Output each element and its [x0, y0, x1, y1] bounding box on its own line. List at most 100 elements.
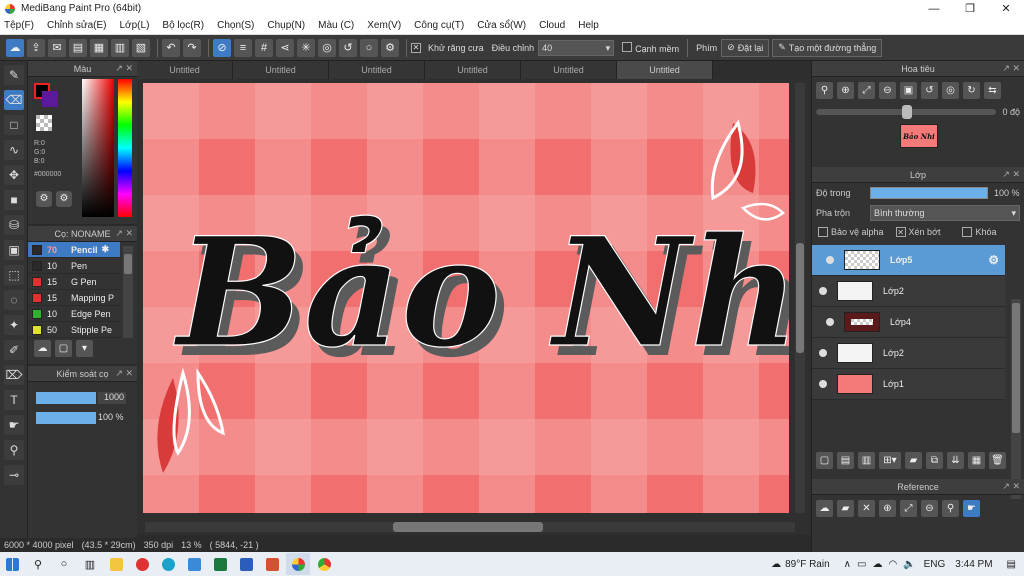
excel-icon[interactable] — [208, 553, 232, 575]
document-tab[interactable]: Untitled — [329, 61, 425, 79]
lock-checkbox[interactable] — [962, 227, 973, 237]
layer-item[interactable]: Lớp2 — [812, 276, 1005, 307]
select-eraser-tool-icon[interactable]: ⌦ — [4, 365, 24, 385]
saturation-value-picker[interactable] — [82, 79, 114, 217]
blend-mode-dropdown[interactable]: Bình thường — [870, 205, 1020, 221]
visibility-icon[interactable] — [819, 349, 827, 357]
zoom-icon[interactable]: ⚲ — [816, 81, 833, 99]
reset-button[interactable]: ⊘ Đặt lại — [721, 38, 770, 57]
edge-icon[interactable] — [156, 553, 180, 575]
lasso-tool-icon[interactable]: ∿ — [4, 140, 24, 160]
document-icon[interactable]: ▦ — [90, 38, 108, 57]
magic-wand-tool-icon[interactable]: ✦ — [4, 315, 24, 335]
rotate-left-icon[interactable]: ↺ — [921, 81, 938, 99]
layer-item[interactable]: Lớp2 — [812, 338, 1005, 369]
document-tab-active[interactable]: Untitled — [617, 61, 713, 79]
menu-edit[interactable]: Chỉnh sửa(E) — [47, 20, 107, 31]
actual-size-icon[interactable]: ▣ — [900, 81, 917, 99]
snap-settings-icon[interactable]: ⚙ — [381, 38, 399, 57]
document-tab[interactable]: Untitled — [137, 61, 233, 79]
move-tool-icon[interactable]: ✥ — [4, 165, 24, 185]
menu-file[interactable]: Tệp(F) — [4, 20, 34, 31]
color-settings-icon[interactable]: ⚙ — [56, 191, 72, 207]
menu-window[interactable]: Cửa sổ(W) — [477, 20, 526, 31]
panel-menu-icon[interactable]: ↗ ✕ — [1002, 169, 1020, 180]
merge-layer-icon[interactable]: ⇊ — [947, 451, 964, 469]
menu-layer[interactable]: Lớp(L) — [120, 20, 150, 31]
new-layer-icon[interactable]: ▢ — [816, 451, 833, 469]
new-8bit-layer-icon[interactable]: ▥ — [858, 451, 875, 469]
document-tab[interactable]: Untitled — [521, 61, 617, 79]
zoom-out-icon[interactable]: ⊖ — [921, 499, 938, 517]
scrollbar-track[interactable] — [145, 522, 795, 532]
layer-properties-icon[interactable]: ▦ — [968, 451, 985, 469]
brush-size-slider[interactable] — [36, 392, 96, 404]
drawing-canvas[interactable]: Bảo Nhi Bảo Nhi — [143, 83, 789, 513]
redo-icon[interactable]: ↷ — [183, 38, 201, 57]
eyedropper-tool-icon[interactable]: ⚲ — [4, 440, 24, 460]
close-button[interactable]: ✕ — [988, 2, 1024, 15]
text-tool-icon[interactable]: T — [4, 390, 24, 410]
hand-icon[interactable]: ☛ — [963, 499, 980, 517]
panel-menu-icon[interactable]: ↗ ✕ — [115, 63, 133, 74]
menu-snap[interactable]: Chụp(N) — [267, 20, 305, 31]
task-view-icon[interactable]: ▥ — [78, 553, 102, 575]
curve-snap-icon[interactable]: ↺ — [339, 38, 357, 57]
rotation-slider-thumb[interactable] — [902, 105, 912, 119]
maximize-button[interactable]: ❐ — [952, 2, 988, 15]
wifi-icon[interactable]: ◠ — [888, 559, 897, 570]
eyedropper-icon[interactable]: ⚲ — [942, 499, 959, 517]
folder-icon[interactable]: ▰ — [905, 451, 922, 469]
brush-menu-icon[interactable]: ▾ — [76, 340, 93, 357]
layer-settings-icon[interactable]: ⚙ — [988, 253, 999, 267]
grid-snap-icon[interactable]: # — [255, 38, 273, 57]
protect-alpha-checkbox[interactable] — [818, 227, 828, 237]
brush-settings-icon[interactable]: ✱ — [102, 244, 110, 255]
cloud-icon[interactable]: ☁ — [816, 499, 833, 517]
layer-opacity-slider[interactable] — [870, 187, 988, 199]
radial-snap-icon[interactable]: ✳ — [297, 38, 315, 57]
straight-line-button[interactable]: ✎ Tạo một đường thẳng — [772, 38, 883, 57]
snap-off-icon[interactable]: ⊘ — [213, 38, 231, 57]
panel-menu-icon[interactable]: ↗ ✕ — [1002, 63, 1020, 74]
layer-item[interactable]: Lớp5 ⚙ — [812, 245, 1005, 276]
hand-tool-icon[interactable]: ☛ — [4, 415, 24, 435]
brush-tool-icon[interactable]: ✎ — [4, 65, 24, 85]
powerpoint-icon[interactable] — [260, 553, 284, 575]
document-tab[interactable]: Untitled — [233, 61, 329, 79]
brush-size-value[interactable]: 1000 — [98, 392, 126, 404]
panel-menu-icon[interactable]: ↗ ✕ — [115, 368, 133, 379]
rotation-slider[interactable] — [816, 105, 996, 119]
layout-icon[interactable]: ▥ — [111, 38, 129, 57]
tray-arrow-icon[interactable]: ∧ — [844, 559, 851, 570]
canvas-vertical-scrollbar[interactable] — [795, 83, 805, 513]
perspective-snap-icon[interactable]: ⋖ — [276, 38, 294, 57]
cortana-icon[interactable]: ○ — [52, 553, 76, 575]
flip-icon[interactable]: ⇆ — [984, 81, 1001, 99]
background-color-swatch[interactable] — [42, 91, 58, 107]
visibility-icon[interactable] — [826, 318, 834, 326]
new-brush-icon[interactable]: ▢ — [55, 340, 72, 357]
fill-shape-tool-icon[interactable]: ■ — [4, 190, 24, 210]
bucket-tool-icon[interactable]: ⛁ — [4, 215, 24, 235]
cloud-icon[interactable]: ☁ — [6, 38, 24, 57]
lasso-select-tool-icon[interactable]: ◌ — [4, 290, 24, 310]
zoom-out-icon[interactable]: ⊖ — [879, 81, 896, 99]
scrollbar-thumb[interactable] — [124, 254, 132, 274]
weather-text[interactable]: 89°F Rain — [785, 559, 830, 570]
new-halftone-layer-icon[interactable]: ▤ — [837, 451, 854, 469]
rotate-right-icon[interactable]: ↻ — [963, 81, 980, 99]
brush-item[interactable]: 50 Stipple Pe — [28, 322, 120, 338]
fit-icon[interactable]: ⤢ — [858, 81, 875, 99]
eraser-tool-icon[interactable]: ⌫ — [4, 90, 24, 110]
select-pen-tool-icon[interactable]: ✐ — [4, 340, 24, 360]
brush-item[interactable]: 15 Mapping P — [28, 290, 120, 306]
gradient-tool-icon[interactable]: ▣ — [4, 240, 24, 260]
search-icon[interactable]: ⚲ — [26, 553, 50, 575]
menu-filter[interactable]: Bộ lọc(R) — [162, 20, 204, 31]
delete-layer-icon[interactable]: 🗑 — [989, 451, 1006, 469]
document-tab[interactable]: Untitled — [425, 61, 521, 79]
grid-layout-icon[interactable]: ▧ — [132, 38, 150, 57]
visibility-icon[interactable] — [819, 287, 827, 295]
cloud-sync-icon[interactable]: ☁ — [872, 559, 882, 570]
